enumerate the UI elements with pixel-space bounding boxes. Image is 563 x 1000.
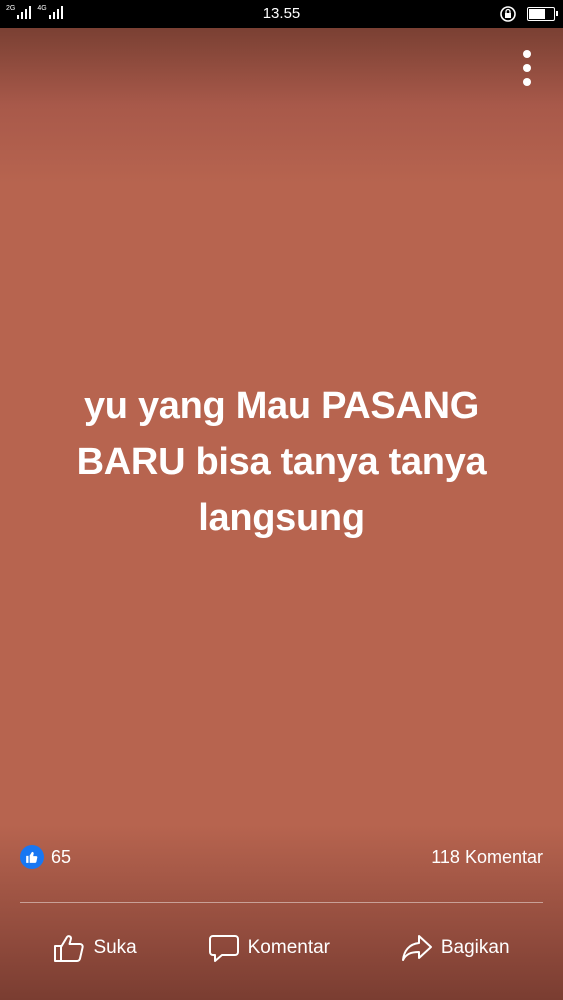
- share-arrow-icon: [401, 935, 432, 961]
- comment-button[interactable]: Komentar: [208, 933, 330, 963]
- like-button[interactable]: Suka: [53, 933, 137, 963]
- thumbs-up-icon: [54, 935, 85, 962]
- comment-bubble-icon: [208, 935, 239, 962]
- like-reaction-icon[interactable]: [20, 845, 44, 869]
- comment-count[interactable]: 118 Komentar: [431, 847, 543, 868]
- like-button-label: Suka: [93, 937, 137, 958]
- more-vertical-icon: [523, 50, 531, 58]
- post-text: yu yang Mau PASANG BARU bisa tanya tanya…: [76, 385, 487, 539]
- share-button[interactable]: Bagikan: [401, 933, 510, 963]
- comment-button-label: Komentar: [247, 937, 330, 958]
- more-options-button[interactable]: [515, 48, 539, 88]
- clock: 13.55: [262, 5, 301, 22]
- battery-icon: [527, 7, 558, 21]
- like-count[interactable]: 65: [51, 847, 71, 868]
- divider: [20, 902, 543, 903]
- share-button-label: Bagikan: [440, 937, 510, 958]
- status-bar: 2G 4G 13.55: [0, 0, 563, 28]
- action-bar: Suka Komentar Bagikan: [0, 918, 563, 978]
- rotation-lock-icon: [500, 6, 516, 22]
- reactions-summary: 65 118 Komentar: [20, 845, 543, 871]
